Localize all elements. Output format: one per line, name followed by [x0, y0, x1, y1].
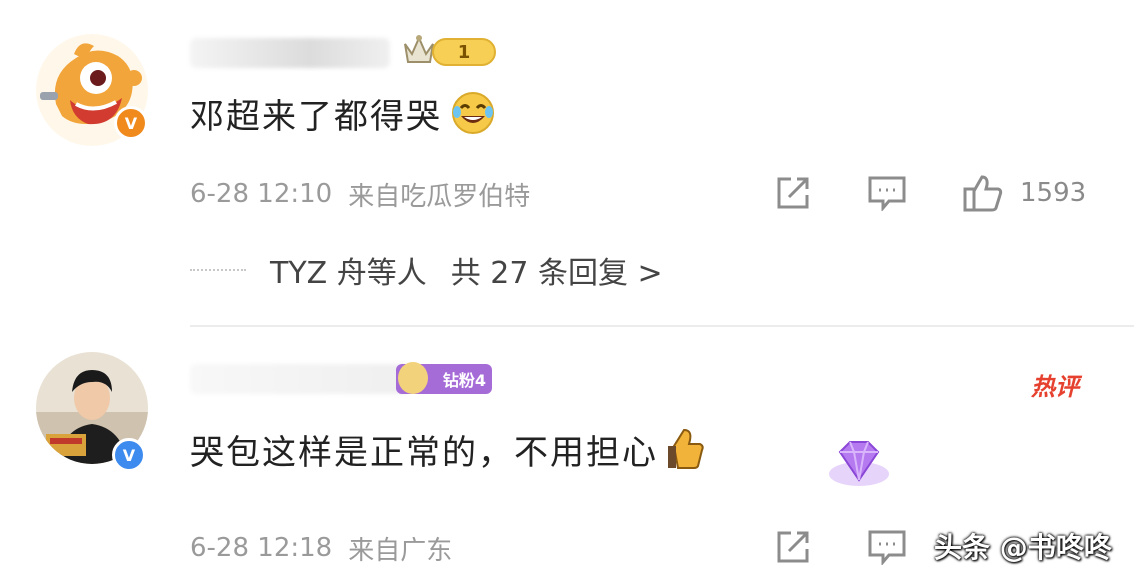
comment-source: 来自吃瓜罗伯特 — [348, 181, 531, 212]
username-blurred[interactable] — [190, 38, 390, 68]
comment-meta: 6-28 12:10 来自吃瓜罗伯特 — [190, 174, 530, 214]
diamond-sticker-icon — [829, 441, 889, 486]
comment-date: 6-28 12:10 — [190, 179, 333, 209]
comment-meta: 6-28 12:18 来自广东 — [190, 528, 452, 568]
like-count: 1593 — [1020, 178, 1087, 208]
hot-comment-badge: 热评 — [1031, 372, 1079, 401]
comment-icon[interactable] — [866, 172, 908, 214]
username-blurred[interactable] — [190, 364, 410, 394]
verified-badge-orange: V — [114, 106, 148, 140]
comment-text: 邓超来了都得哭 — [190, 88, 496, 138]
thumbs-up-icon[interactable] — [962, 172, 1004, 214]
comment-icon[interactable] — [866, 526, 908, 568]
level-badge: 1 — [432, 38, 496, 66]
comment-actions: 1593 — [772, 170, 1086, 216]
replies-divider — [190, 269, 246, 271]
share-icon[interactable] — [772, 172, 814, 214]
comment-item: V 1 邓超来了都得哭 6-28 12:10 来自吃瓜罗伯特 1593 TYZ … — [0, 0, 1134, 326]
reply-count: 共 27 条回复 > — [450, 256, 663, 291]
comment-source: 来自广东 — [348, 535, 453, 566]
share-icon[interactable] — [772, 526, 814, 568]
comment-text: 哭包这样是正常的，不用担心 — [190, 424, 706, 474]
comment-date: 6-28 12:18 — [190, 533, 333, 563]
divider — [190, 325, 1134, 327]
verified-badge-blue: V — [112, 438, 146, 472]
crown-icon — [404, 35, 434, 63]
laughing-crying-emoji-icon — [452, 92, 494, 134]
reply-names: TYZ 舟等人 — [270, 256, 427, 291]
watermark: 头条 @书咚咚 — [934, 531, 1112, 564]
fan-badge-icon — [398, 362, 428, 394]
thumbs-up-emoji-icon — [668, 428, 704, 469]
replies-link[interactable]: TYZ 舟等人 共 27 条回复 > — [190, 248, 663, 292]
